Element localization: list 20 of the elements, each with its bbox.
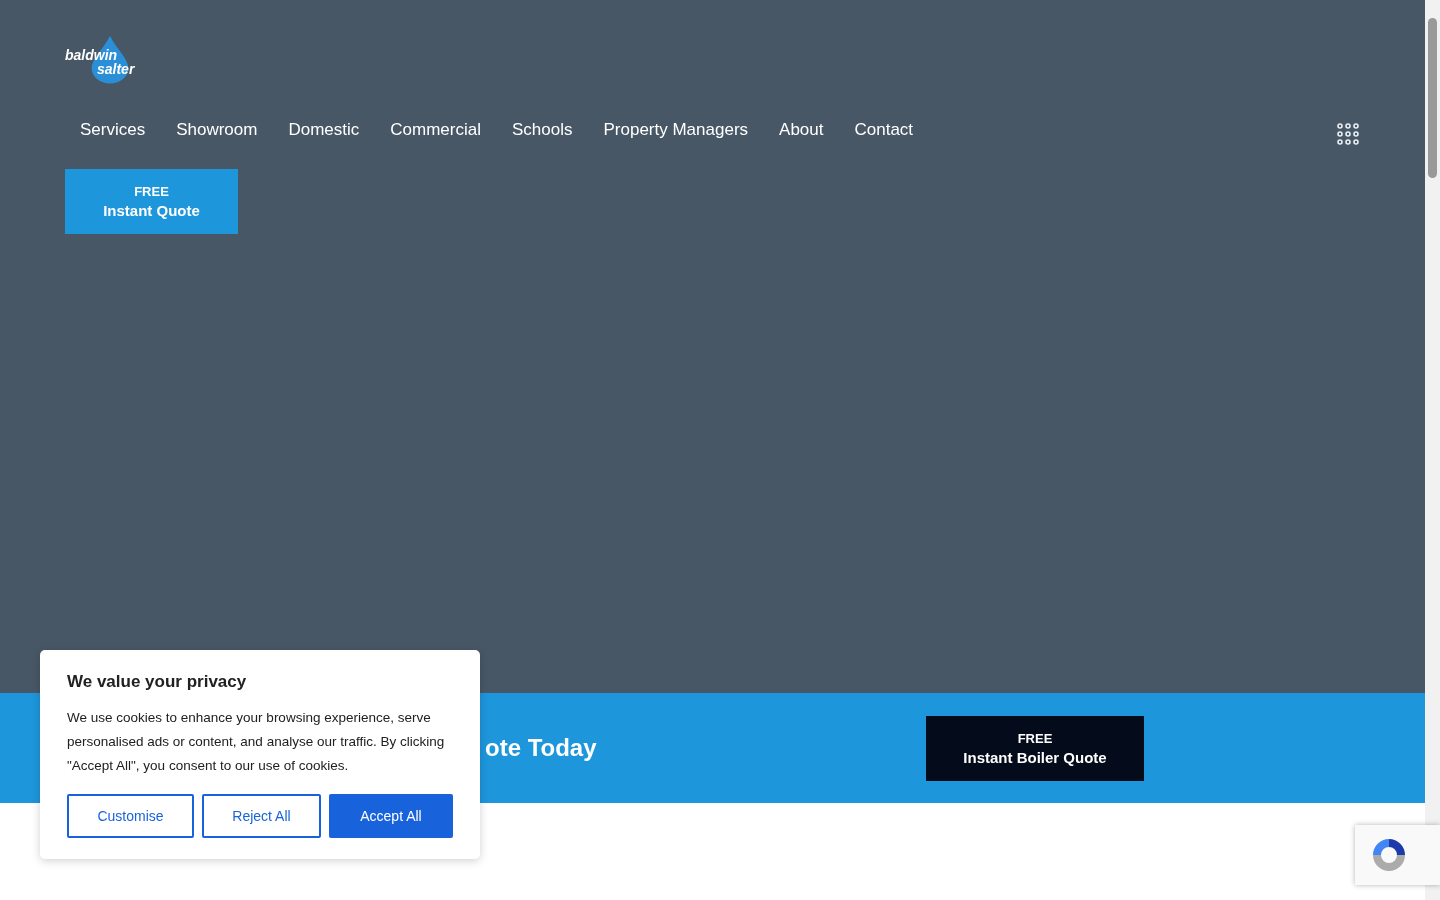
nav-link[interactable]: Services — [80, 120, 146, 140]
nav-link[interactable]: Schools — [512, 120, 573, 140]
grid-menu-icon[interactable] — [1337, 123, 1359, 145]
dialog-text: We use cookies to enhance your browsing experience, serve personalised ads or content, and analyse our traffic. By clicking "Accept All", you consent to our use of cookies. — [67, 709, 446, 775]
boiler-quote-button[interactable]: FREE Instant Boiler Quote — [926, 715, 1144, 781]
scrollbar-thumb[interactable] — [1428, 18, 1437, 178]
nav-link[interactable]: Showroom — [176, 120, 258, 140]
dialog-title: We value your privacy — [67, 672, 248, 692]
cookie-button[interactable]: Reject All — [202, 794, 321, 838]
logo-text: salter — [97, 62, 136, 76]
nav-link[interactable]: Domestic — [288, 120, 360, 140]
nav-link[interactable]: Property Managers — [603, 120, 749, 140]
cookie-button[interactable]: Accept All — [329, 794, 453, 838]
nav-link[interactable]: About — [779, 120, 824, 140]
nav-link[interactable]: Contact — [854, 120, 914, 140]
nav-link[interactable]: Commercial — [390, 120, 481, 140]
scrollbar[interactable] — [1425, 0, 1440, 900]
banner-heading: ote Today — [485, 734, 597, 762]
recaptcha-badge[interactable] — [1355, 825, 1440, 885]
cookie-button[interactable]: Customise — [67, 794, 194, 838]
